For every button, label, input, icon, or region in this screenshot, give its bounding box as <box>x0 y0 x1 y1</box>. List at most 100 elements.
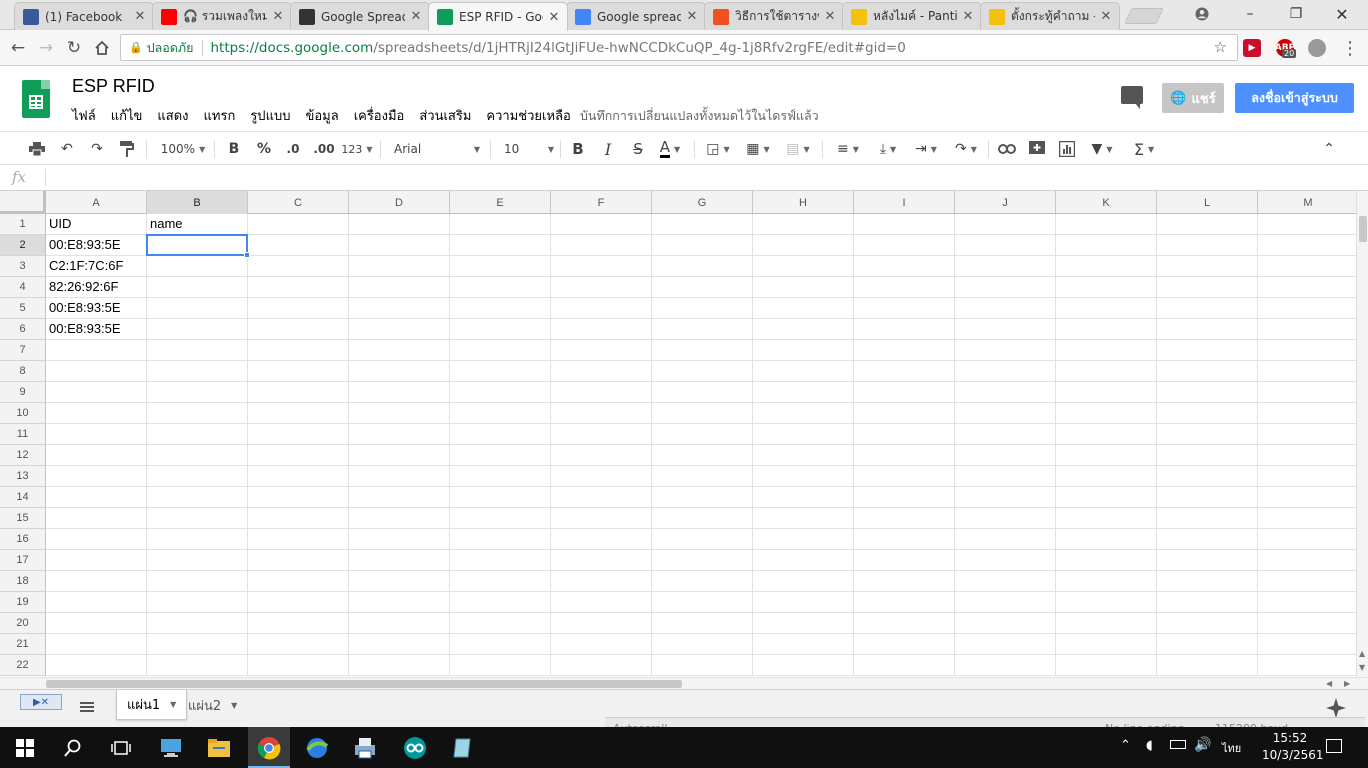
file-explorer-icon[interactable] <box>206 735 232 761</box>
grid-cell[interactable] <box>450 340 551 360</box>
grid-cell[interactable] <box>349 529 450 549</box>
grid-cell[interactable] <box>147 592 248 612</box>
scroll-up-icon[interactable]: ▲ <box>1359 649 1365 658</box>
column-header[interactable]: A <box>46 191 147 214</box>
home-icon[interactable] <box>90 36 114 60</box>
grid-cell[interactable] <box>652 298 753 318</box>
grid-cell[interactable] <box>1258 256 1356 276</box>
explore-icon[interactable] <box>1326 698 1346 718</box>
print-icon[interactable] <box>26 138 48 160</box>
menu-item[interactable]: เครื่องมือ <box>354 105 405 126</box>
grid-cell[interactable] <box>955 508 1056 528</box>
grid-cell[interactable] <box>753 403 854 423</box>
search-icon[interactable] <box>60 735 86 761</box>
grid-cell[interactable] <box>854 235 955 255</box>
printer-app-icon[interactable] <box>352 735 378 761</box>
menu-item[interactable]: รูปแบบ <box>250 105 290 126</box>
grid-cell[interactable] <box>349 277 450 297</box>
row-header[interactable]: 14 <box>0 487 46 508</box>
grid-cell[interactable] <box>46 382 147 402</box>
bookmark-star-icon[interactable]: ☆ <box>1214 38 1227 56</box>
grid-cell[interactable] <box>1056 508 1157 528</box>
vertical-align-icon[interactable]: ⤓ ▼ <box>872 138 904 160</box>
browser-tab[interactable]: Google spread ✕ <box>566 2 706 30</box>
grid-cell[interactable] <box>551 319 652 339</box>
grid-cell[interactable] <box>450 424 551 444</box>
close-window-icon[interactable]: ✕ <box>1320 0 1364 28</box>
grid-cell[interactable] <box>854 319 955 339</box>
grid-cell[interactable] <box>1157 319 1258 339</box>
more-formats-select[interactable]: 123 ▼ <box>341 138 372 160</box>
grid-cell[interactable] <box>551 529 652 549</box>
grid-cell[interactable] <box>551 214 652 234</box>
grid-cell[interactable] <box>1056 382 1157 402</box>
menu-item[interactable]: ความช่วยเหลือ <box>486 105 570 126</box>
grid-cell[interactable] <box>349 403 450 423</box>
grid-cell[interactable] <box>753 361 854 381</box>
grid-cell[interactable] <box>349 361 450 381</box>
menu-item[interactable]: แทรก <box>204 105 236 126</box>
grid-cell[interactable] <box>854 655 955 675</box>
grid-cell[interactable] <box>349 613 450 633</box>
row-header[interactable]: 18 <box>0 571 46 592</box>
row-header[interactable]: 7 <box>0 340 46 361</box>
grid-cell[interactable] <box>551 487 652 507</box>
grid-cell[interactable] <box>1056 235 1157 255</box>
column-header[interactable]: E <box>450 191 551 214</box>
grid-cell[interactable] <box>46 613 147 633</box>
network-app-icon[interactable] <box>304 735 330 761</box>
horizontal-scrollbar[interactable]: ◀ ▶ <box>0 677 1368 689</box>
grid-cell[interactable] <box>248 466 349 486</box>
grid-cell[interactable] <box>753 571 854 591</box>
all-sheets-list-icon[interactable] <box>78 698 96 716</box>
fill-color-icon[interactable]: ◲ ▼ <box>702 138 734 160</box>
grid-cell[interactable] <box>1157 508 1258 528</box>
show-hidden-icons[interactable]: ⌃ <box>1120 738 1131 753</box>
browser-tab[interactable]: (1) Facebook ✕ <box>14 2 154 30</box>
grid-cell[interactable] <box>1258 529 1356 549</box>
row-header[interactable]: 11 <box>0 424 46 445</box>
chrome-menu-icon[interactable]: ⋮ <box>1338 36 1362 60</box>
grid-cell[interactable] <box>248 382 349 402</box>
grid-cell[interactable] <box>349 445 450 465</box>
row-header[interactable]: 22 <box>0 655 46 676</box>
grid-cell[interactable] <box>1056 214 1157 234</box>
grid-cell[interactable] <box>349 382 450 402</box>
grid-cell[interactable] <box>955 655 1056 675</box>
grid-cell[interactable] <box>854 340 955 360</box>
grid-cell[interactable]: C2:1F:7C:6F <box>46 256 147 276</box>
grid-cell[interactable] <box>551 655 652 675</box>
grid-cell[interactable] <box>450 466 551 486</box>
grid-cell[interactable] <box>349 487 450 507</box>
grid-cell[interactable] <box>147 613 248 633</box>
grid-cell[interactable] <box>652 256 753 276</box>
grid-cell[interactable] <box>248 445 349 465</box>
grid-cell[interactable] <box>248 592 349 612</box>
zoom-select[interactable]: 100% ▼ <box>156 138 210 160</box>
grid-cell[interactable] <box>1258 340 1356 360</box>
grid-cell[interactable] <box>450 613 551 633</box>
row-header[interactable]: 16 <box>0 529 46 550</box>
browser-tab[interactable]: ตั้งกระทู้คำถาม - ✕ <box>980 2 1120 30</box>
grid-cell[interactable] <box>46 634 147 654</box>
grid-cell[interactable] <box>1258 382 1356 402</box>
row-header[interactable]: 5 <box>0 298 46 319</box>
redo-icon[interactable]: ↷ <box>86 138 108 160</box>
grid-cell[interactable] <box>955 214 1056 234</box>
grid-cell[interactable] <box>652 466 753 486</box>
arduino-icon[interactable] <box>402 735 428 761</box>
grid-cell[interactable] <box>450 403 551 423</box>
grid-cell[interactable] <box>1056 592 1157 612</box>
grid-cell[interactable] <box>349 592 450 612</box>
grid-cell[interactable] <box>1157 382 1258 402</box>
grid-cell[interactable] <box>652 235 753 255</box>
fill-handle[interactable] <box>244 252 250 258</box>
grid-cell[interactable] <box>753 487 854 507</box>
grid-cell[interactable] <box>450 571 551 591</box>
sheet-tab-menu-icon[interactable]: ▼ <box>231 701 237 710</box>
grid-cell[interactable] <box>1258 403 1356 423</box>
grid-cell[interactable] <box>652 424 753 444</box>
column-header[interactable]: L <box>1157 191 1258 214</box>
row-header[interactable]: 12 <box>0 445 46 466</box>
grid-cell[interactable] <box>450 487 551 507</box>
